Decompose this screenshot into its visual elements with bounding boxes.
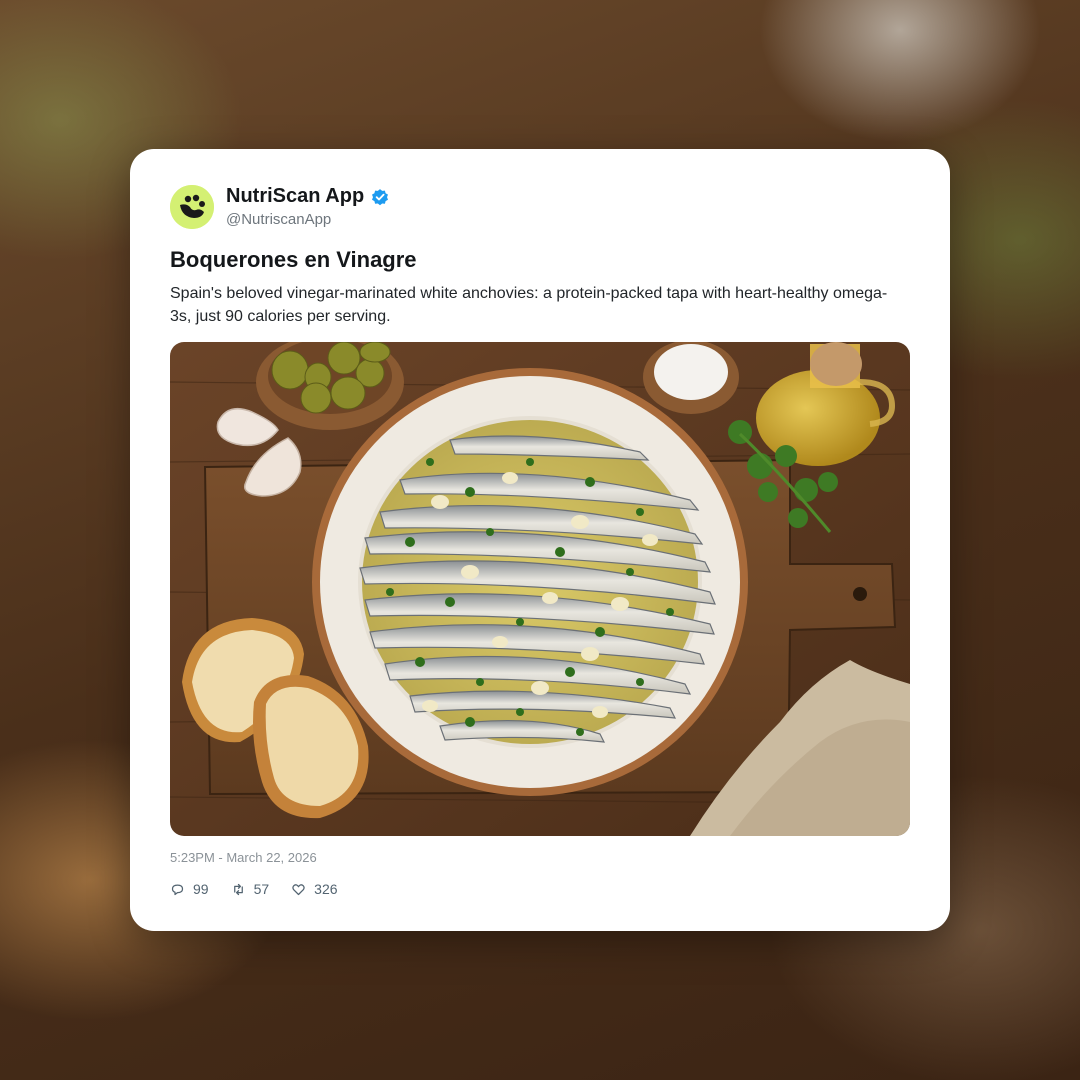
like-button[interactable]: 326 (291, 881, 338, 897)
repost-button[interactable]: 57 (231, 881, 270, 897)
post-description: Spain's beloved vinegar-marinated white … (170, 285, 888, 325)
author-handle[interactable]: @NutriscanApp (226, 211, 331, 228)
reply-icon (171, 884, 184, 895)
post-actions: 99 57 326 (170, 881, 360, 897)
like-count: 326 (314, 881, 338, 897)
repost-icon (233, 883, 243, 895)
heart-icon (292, 883, 305, 895)
author-name-row: NutriScan App (226, 185, 390, 208)
avatar[interactable] (170, 185, 214, 229)
repost-count: 57 (253, 881, 270, 897)
reply-button[interactable]: 99 (170, 881, 209, 897)
post-timestamp[interactable]: 5:23PM - March 22, 2026 (170, 850, 317, 865)
post-card: NutriScan App @NutriscanApp Boquerones e… (130, 149, 950, 931)
author-display-name[interactable]: NutriScan App (226, 185, 364, 208)
verified-badge-icon (372, 188, 389, 205)
nutriscan-logo-icon (170, 185, 214, 229)
food-photo (170, 342, 910, 836)
reply-count: 99 (193, 881, 209, 897)
post-image[interactable] (170, 342, 910, 836)
post-title: Boquerones en Vinagre (170, 247, 417, 272)
